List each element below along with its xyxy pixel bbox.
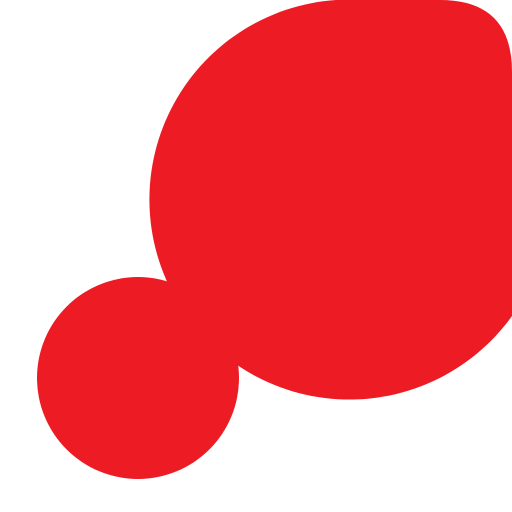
small-red-circle-shape bbox=[37, 277, 239, 479]
app-icon-canvas bbox=[0, 0, 512, 512]
red-circles-logo-icon bbox=[37, 0, 512, 479]
